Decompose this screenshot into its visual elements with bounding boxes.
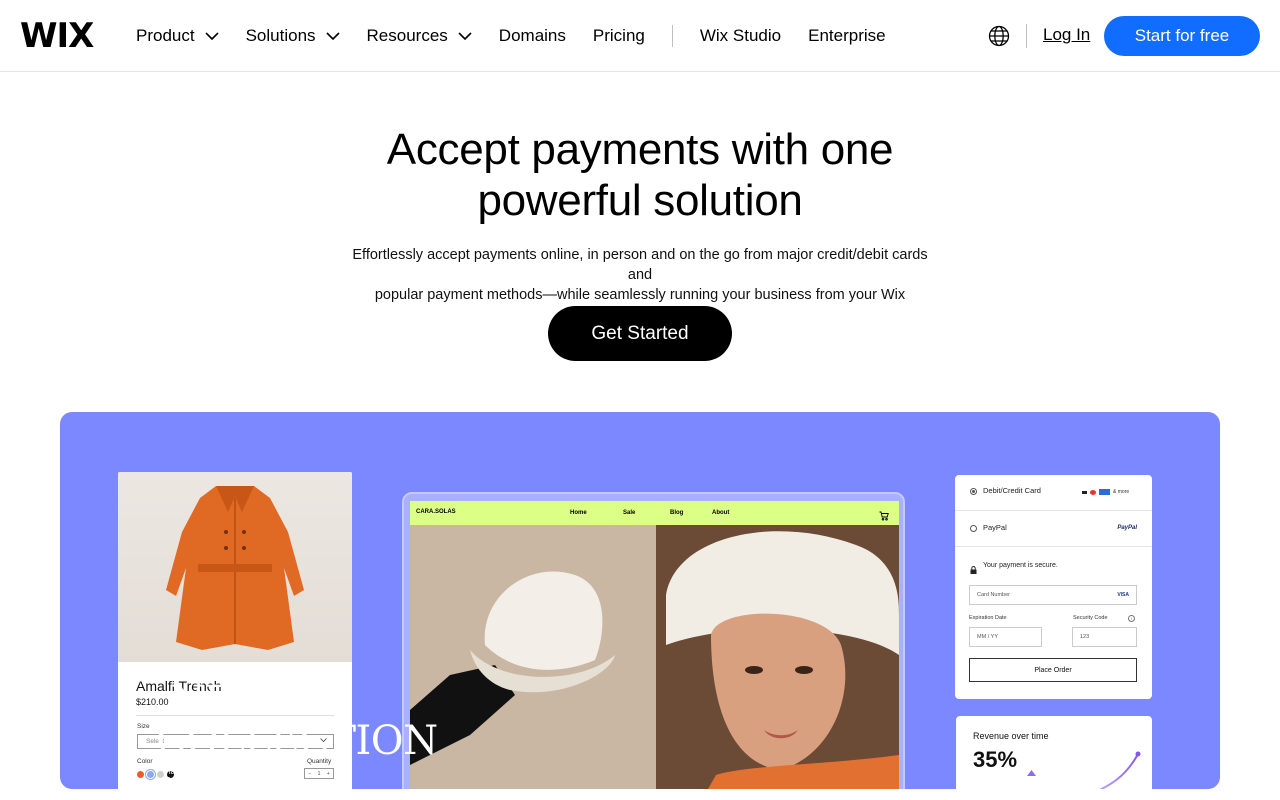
- expiration-input[interactable]: MM / YY: [969, 627, 1042, 647]
- place-order-button[interactable]: Place Order: [969, 658, 1137, 682]
- preview-nav-sale[interactable]: Sale: [623, 510, 635, 516]
- nav-product-label: Product: [136, 26, 195, 45]
- hat-hand-image: [410, 525, 656, 789]
- revenue-value: 35%: [973, 747, 1018, 772]
- chevron-down-icon: [205, 31, 219, 41]
- payment-option-paypal[interactable]: PayPal PayPal: [955, 511, 1152, 547]
- page-title-line2: powerful solution: [477, 176, 803, 225]
- nav-solutions-label: Solutions: [245, 26, 316, 45]
- site-preview: CARA.SOLAS Home Sale Blog About: [402, 492, 905, 789]
- color-swatch-grey[interactable]: [157, 771, 164, 778]
- nav-domains[interactable]: Domains: [499, 26, 566, 46]
- color-swatch-orange[interactable]: [137, 771, 144, 778]
- card-number-placeholder: Card Number: [977, 592, 1011, 598]
- collection-menu-item[interactable]: Coats: [165, 776, 186, 785]
- wix-logo[interactable]: WIX: [20, 18, 94, 54]
- preview-nav-about[interactable]: About: [712, 510, 729, 516]
- start-for-free-button[interactable]: Start for free: [1104, 16, 1260, 56]
- radio-selected[interactable]: [970, 488, 977, 495]
- collection-menu: Hats Coats: [165, 767, 186, 785]
- preview-nav-home[interactable]: Home: [570, 510, 587, 516]
- lock-icon: [970, 561, 977, 579]
- radio-unselected[interactable]: [970, 525, 977, 532]
- security-code-label: Security Code: [1073, 615, 1108, 621]
- nav-solutions[interactable]: Solutions: [246, 26, 340, 46]
- preview-nav-blog[interactable]: Blog: [670, 510, 683, 516]
- main-nav: Product Solutions Resources Domains Pric…: [136, 0, 913, 72]
- chevron-down-icon: [458, 31, 472, 41]
- product-showcase: Amalfi Trench $210.00 Size Select Color …: [60, 412, 1220, 789]
- visa-icon: VISA: [1117, 592, 1129, 598]
- payment-option-card[interactable]: Debit/Credit Card & more: [955, 475, 1152, 511]
- login-link[interactable]: Log In: [1043, 25, 1090, 45]
- minus-icon[interactable]: −: [308, 771, 311, 777]
- card-number-input[interactable]: Card Number VISA: [969, 585, 1137, 605]
- page-title: Accept payments with one powerful soluti…: [240, 124, 1040, 226]
- more-cards-label: & more: [1113, 489, 1130, 495]
- new-collection-headline: NEW COLLECTION: [156, 681, 438, 761]
- expiration-label: Expiration Date: [969, 615, 1007, 621]
- arrow-up-icon: [1027, 763, 1036, 781]
- header-divider: [1026, 24, 1027, 48]
- get-started-button[interactable]: Get Started: [548, 306, 732, 361]
- trench-coat-image: [118, 472, 352, 662]
- site-header: WIX Product Solutions Resources Domains …: [0, 0, 1280, 72]
- security-code-input[interactable]: 123: [1072, 627, 1137, 647]
- revenue-trend-line: [1086, 746, 1146, 789]
- nav-divider: [671, 25, 673, 47]
- size-label: Size: [137, 723, 150, 730]
- info-icon[interactable]: i: [1128, 615, 1135, 622]
- headline-line2: COLLECTION: [156, 718, 438, 764]
- amex-icon: [1099, 489, 1110, 495]
- nav-pricing[interactable]: Pricing: [593, 26, 645, 46]
- quantity-stepper[interactable]: − 1 +: [304, 768, 334, 779]
- nav-wix-studio[interactable]: Wix Studio: [700, 26, 781, 46]
- hero-subtitle-line1: Effortlessly accept payments online, in …: [352, 247, 928, 283]
- payment-option-paypal-label: PayPal: [983, 523, 1007, 532]
- quantity-value: 1: [317, 770, 321, 777]
- color-swatch-blue[interactable]: [147, 771, 154, 778]
- paypal-logo: PayPal: [1117, 525, 1137, 531]
- nav-resources[interactable]: Resources: [367, 26, 472, 46]
- globe-icon[interactable]: [987, 24, 1011, 48]
- mastercard-icon: [1090, 489, 1096, 495]
- page-title-line1: Accept payments with one: [386, 125, 894, 174]
- preview-nav: CARA.SOLAS Home Sale Blog About: [410, 501, 899, 525]
- nav-enterprise[interactable]: Enterprise: [808, 26, 885, 46]
- nav-product[interactable]: Product: [136, 26, 219, 46]
- preview-brand: CARA.SOLAS: [416, 509, 456, 515]
- revenue-card: Revenue over time 35%: [956, 716, 1152, 789]
- chevron-down-icon: [325, 31, 340, 41]
- cart-icon[interactable]: [879, 508, 889, 526]
- checkout-card: Debit/Credit Card & more PayPal PayPal Y…: [955, 475, 1152, 699]
- card-brand-icons: & more: [1082, 489, 1129, 495]
- revenue-title: Revenue over time: [973, 731, 1049, 741]
- collection-menu-item[interactable]: Hats: [165, 767, 186, 776]
- nav-resources-label: Resources: [366, 26, 448, 45]
- plus-icon[interactable]: +: [327, 771, 330, 777]
- color-label: Color: [137, 758, 153, 765]
- secure-payment-text: Your payment is secure.: [983, 562, 1058, 569]
- model-portrait-image: [656, 525, 899, 789]
- card-icon: [1082, 490, 1087, 494]
- payment-option-card-label: Debit/Credit Card: [983, 486, 1041, 495]
